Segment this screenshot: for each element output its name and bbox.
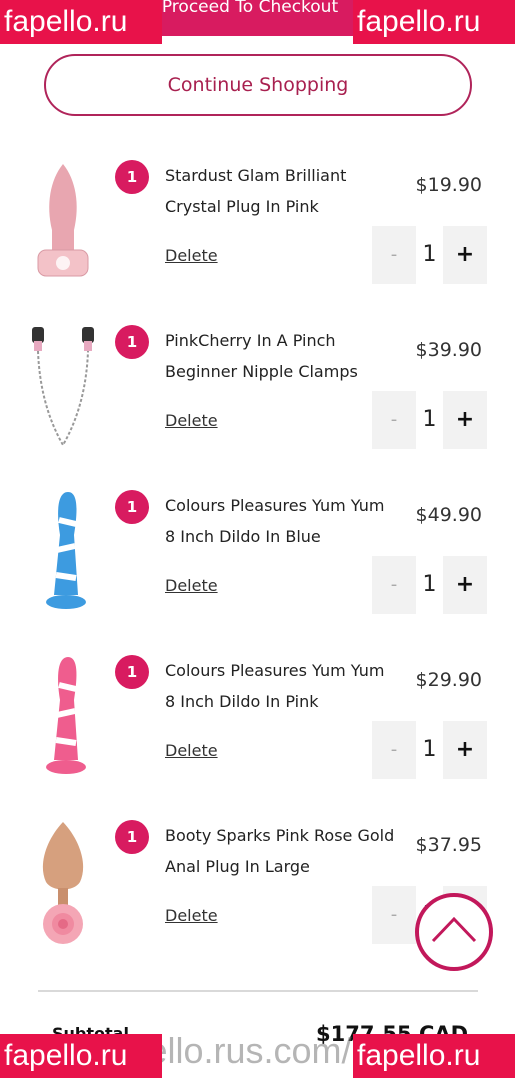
delete-link[interactable]: Delete <box>165 576 218 595</box>
delete-link[interactable]: Delete <box>165 246 218 265</box>
quantity-stepper: - 1 + <box>372 391 487 449</box>
product-name[interactable]: Colours Pleasures Yum Yum 8 Inch Dildo I… <box>165 490 395 552</box>
increase-button[interactable]: + <box>443 721 487 779</box>
scroll-to-top-button[interactable] <box>415 893 493 971</box>
delete-link[interactable]: Delete <box>165 906 218 925</box>
quantity-badge: 1 <box>115 325 149 359</box>
watermark-logo: fapello.ru <box>0 1034 162 1078</box>
product-name[interactable]: Booty Sparks Pink Rose Gold Anal Plug In… <box>165 820 395 882</box>
delete-link[interactable]: Delete <box>165 411 218 430</box>
product-price: $19.90 <box>415 174 482 196</box>
continue-shopping-button[interactable]: Continue Shopping <box>44 54 472 116</box>
decrease-button[interactable]: - <box>372 556 416 614</box>
chevron-up-icon <box>431 916 477 943</box>
decrease-button[interactable]: - <box>372 886 416 944</box>
quantity-value: 1 <box>422 572 437 597</box>
quantity-value: 1 <box>422 242 437 267</box>
quantity-stepper: - 1 + <box>372 556 487 614</box>
cart-item: 1 PinkCherry In A Pinch Beginner Nipple … <box>0 325 515 475</box>
quantity-badge: 1 <box>115 160 149 194</box>
quantity-value: 1 <box>422 737 437 762</box>
delete-link[interactable]: Delete <box>165 741 218 760</box>
checkout-label: Proceed To Checkout <box>161 0 339 17</box>
quantity-badge: 1 <box>115 490 149 524</box>
quantity-badge: 1 <box>115 820 149 854</box>
product-name[interactable]: Colours Pleasures Yum Yum 8 Inch Dildo I… <box>165 655 395 717</box>
watermark-logo: fapello.ru <box>353 0 515 44</box>
quantity-badge: 1 <box>115 655 149 689</box>
divider <box>38 990 478 992</box>
cart-item: 1 Colours Pleasures Yum Yum 8 Inch Dildo… <box>0 655 515 805</box>
increase-button[interactable]: + <box>443 226 487 284</box>
rose-gold-plug-image <box>42 822 84 944</box>
product-name[interactable]: Stardust Glam Brilliant Crystal Plug In … <box>165 160 395 222</box>
crystal-plug-image <box>37 164 89 277</box>
cart-item: 1 Stardust Glam Brilliant Crystal Plug I… <box>0 160 515 310</box>
product-name[interactable]: PinkCherry In A Pinch Beginner Nipple Cl… <box>165 325 395 387</box>
product-price: $39.90 <box>415 339 482 361</box>
increase-button[interactable]: + <box>443 391 487 449</box>
cart-item: 1 Colours Pleasures Yum Yum 8 Inch Dildo… <box>0 490 515 640</box>
quantity-stepper: - 1 + <box>372 226 487 284</box>
quantity-value: 1 <box>422 407 437 432</box>
blue-dildo-image <box>46 492 86 609</box>
pink-dildo-image <box>46 657 86 774</box>
nipple-clamps-image <box>32 327 94 448</box>
quantity-stepper: - 1 + <box>372 721 487 779</box>
decrease-button[interactable]: - <box>372 721 416 779</box>
proceed-to-checkout-button[interactable]: Proceed To Checkout <box>132 0 368 36</box>
decrease-button[interactable]: - <box>372 226 416 284</box>
decrease-button[interactable]: - <box>372 391 416 449</box>
product-price: $49.90 <box>415 504 482 526</box>
watermark-logo: fapello.ru <box>353 1034 515 1078</box>
increase-button[interactable]: + <box>443 556 487 614</box>
product-price: $37.95 <box>415 834 482 856</box>
product-price: $29.90 <box>415 669 482 691</box>
watermark-logo: fapello.ru <box>0 0 162 44</box>
